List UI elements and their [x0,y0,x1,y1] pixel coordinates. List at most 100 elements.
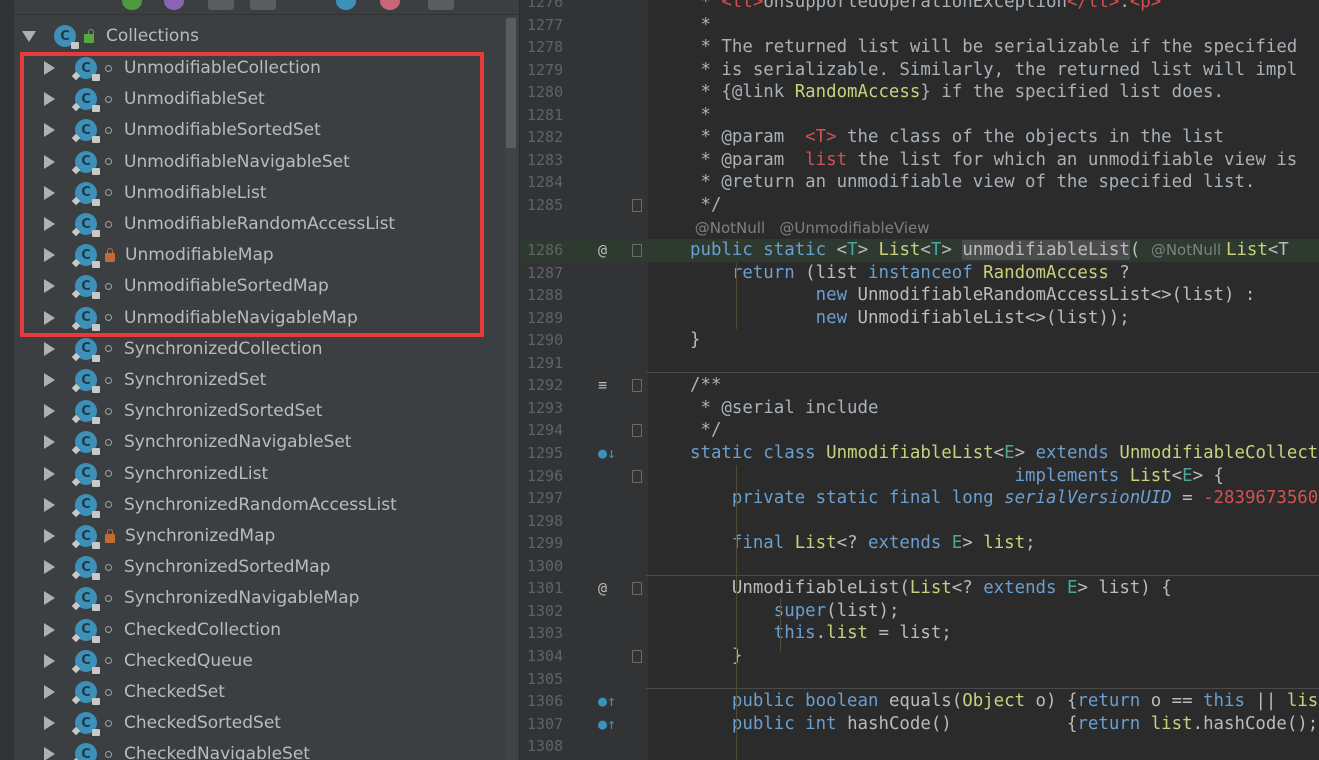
code-line[interactable]: 1294 */ [520,419,1319,442]
tree-item[interactable]: C CheckedNavigableSet [44,739,519,760]
code-line[interactable]: 1280 * {@link RandomAccess} if the speci… [520,81,1319,104]
tree-item[interactable]: C SynchronizedNavigableMap [44,583,519,613]
collapsed-arrow-icon[interactable] [44,685,55,699]
code-line[interactable]: 1302 super(list); [520,600,1319,623]
fold-marker-icon[interactable] [632,649,642,663]
collapsed-arrow-icon[interactable] [44,466,55,481]
annotation-gutter-icon[interactable]: @ [598,239,607,262]
fold-marker-icon[interactable] [632,379,642,393]
override-gutter-icon[interactable]: ●↑ [598,690,616,713]
toggle-icon[interactable] [250,0,276,10]
code-line[interactable]: 1299 final List<? extends E> list; [520,532,1319,555]
tree-item[interactable]: C UnmodifiableNavigableSet [44,147,519,177]
tree-item[interactable]: C SynchronizedSortedSet [44,396,519,426]
code-line[interactable]: 1285 */ [520,194,1319,217]
fold-marker-icon[interactable] [632,469,642,483]
code-line[interactable]: 1296 implements List<E> { [520,465,1319,488]
override-gutter-icon[interactable]: ●↓ [598,442,616,465]
collapsed-arrow-icon[interactable] [44,217,55,231]
collapsed-arrow-icon[interactable] [44,404,55,419]
collapsed-arrow-icon[interactable] [44,560,55,575]
filter-icon[interactable] [164,0,184,10]
code-line[interactable]: 1288 new UnmodifiableRandomAccessList<>(… [520,284,1319,307]
expanded-arrow-icon[interactable] [22,30,36,42]
tree-item[interactable]: C UnmodifiableRandomAccessList [44,209,519,239]
collapsed-arrow-icon[interactable] [44,185,55,200]
code-line[interactable]: 1298 [520,510,1319,533]
override-gutter-icon[interactable]: ●↑ [598,713,616,736]
code-line[interactable]: 1300 [520,555,1319,578]
code-line[interactable]: 1301 @ UnmodifiableList(List<? extends E>… [520,577,1319,600]
tree-item[interactable]: C SynchronizedCollection [44,334,519,364]
collapsed-arrow-icon[interactable] [44,248,55,263]
code-line[interactable]: 1284 * @return an unmodifiable view of t… [520,171,1319,194]
collapsed-arrow-icon[interactable] [44,92,55,107]
tree-item[interactable]: C CheckedSortedSet [44,708,519,738]
code-line[interactable]: 1286 @ public static <T> List<T> unmodifia… [520,239,1319,262]
collapsed-arrow-icon[interactable] [44,310,55,325]
code-line[interactable]: 1293 * @serial include [520,397,1319,420]
code-line[interactable]: 1307 ●↑ public int hashCode() {return lis… [520,713,1319,736]
filter-icon[interactable] [122,0,142,10]
code-line[interactable]: 1305 [520,668,1319,691]
filter-icon[interactable] [336,0,356,10]
collapsed-arrow-icon[interactable] [44,373,55,387]
code-line[interactable]: 1289 new UnmodifiableList<>(list)); [520,307,1319,330]
code-line[interactable]: 1291 [520,352,1319,375]
code-line[interactable]: 1281 * [520,104,1319,127]
code-line[interactable]: 1306 ●↑ public boolean equals(Object o) {… [520,690,1319,713]
tree-item[interactable]: C SynchronizedSet [44,365,519,395]
tree-item[interactable]: C UnmodifiableSortedMap [44,271,519,301]
fold-marker-icon[interactable] [632,198,642,212]
code-line[interactable]: 1290} [520,329,1319,352]
collapsed-arrow-icon[interactable] [44,747,55,760]
tree-item[interactable]: C UnmodifiableCollection [44,53,519,83]
collapsed-arrow-icon[interactable] [44,529,55,543]
tree-item[interactable]: C CheckedSet [44,677,519,707]
code-line[interactable]: 1278 * The returned list will be seriali… [520,36,1319,59]
collapsed-arrow-icon[interactable] [44,716,55,731]
collapsed-arrow-icon[interactable] [44,154,55,169]
tree-item[interactable]: C UnmodifiableSet [44,84,519,114]
code-line[interactable]: 1303 this.list = list; [520,622,1319,645]
collapsed-arrow-icon[interactable] [44,622,55,637]
code-line[interactable]: 1276 * <tt>UnsupportedOperationException… [520,0,1319,14]
tree-item[interactable]: C CheckedCollection [44,615,519,645]
collapsed-arrow-icon[interactable] [44,653,55,668]
code-line[interactable]: @NotNull @UnmodifiableView [520,217,1319,240]
tree-scrollbar-thumb[interactable] [506,18,516,148]
fold-marker-icon[interactable] [632,244,642,258]
code-line[interactable]: 1308 [520,735,1319,758]
collapsed-arrow-icon[interactable] [44,279,55,294]
tree-item[interactable]: C SynchronizedNavigableSet [44,427,519,457]
tree-item[interactable]: C UnmodifiableList [44,178,519,208]
collapsed-arrow-icon[interactable] [44,435,55,450]
sort-icon[interactable] [428,0,454,10]
code-line[interactable]: 1279 * is serializable. Similarly, the r… [520,59,1319,82]
code-line[interactable]: 1287 return (list instanceof RandomAcces… [520,262,1319,285]
code-line[interactable]: 1304 } [520,645,1319,668]
code-line[interactable]: 1297 private static final long serialVer… [520,487,1319,510]
collapsed-arrow-icon[interactable] [44,497,55,512]
tree-item[interactable]: C SynchronizedRandomAccessList [44,490,519,520]
tree-item[interactable]: C SynchronizedMap [44,521,519,551]
code-line[interactable]: 1295 ●↓ static class UnmodifiableList<E> e… [520,442,1319,465]
tree-item[interactable]: C UnmodifiableSortedSet [44,115,519,145]
tree-item[interactable]: C UnmodifiableNavigableMap [44,303,519,333]
fold-marker-icon[interactable] [632,582,642,596]
collapsed-arrow-icon[interactable] [44,341,55,356]
tree-root-collections[interactable]: C Collections [22,21,502,51]
filter-icon[interactable] [380,0,400,10]
code-line[interactable]: 1282 * @param <T> the class of the objec… [520,126,1319,149]
tree-item[interactable]: C SynchronizedSortedMap [44,552,519,582]
toggle-icon[interactable] [208,0,234,10]
code-line[interactable]: 1277 * [520,14,1319,37]
tree-item[interactable]: C UnmodifiableMap [44,240,519,270]
code-line[interactable]: 1292 ≡ /** [520,374,1319,397]
collapsed-arrow-icon[interactable] [44,123,55,138]
code-editor[interactable]: 1276 * <tt>UnsupportedOperationException… [520,0,1319,760]
collapsed-arrow-icon[interactable] [44,61,55,75]
code-line[interactable]: 1283 * @param list the list for which an… [520,149,1319,172]
tree-item[interactable]: C CheckedQueue [44,646,519,676]
doc-render-icon[interactable]: ≡ [598,374,607,397]
